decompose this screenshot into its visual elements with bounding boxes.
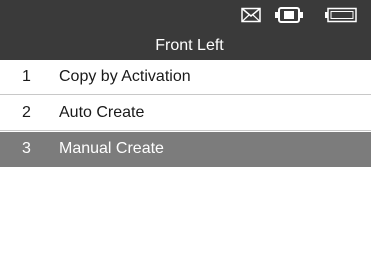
header-bar: Front Left	[0, 0, 371, 60]
menu-item-label: Copy by Activation	[59, 68, 191, 85]
menu-item-label: Manual Create	[59, 140, 164, 157]
menu-item-manual-create[interactable]: 3 Manual Create	[0, 132, 371, 167]
menu-item-copy-by-activation[interactable]: 1 Copy by Activation	[0, 60, 371, 95]
menu-item-auto-create[interactable]: 2 Auto Create	[0, 96, 371, 131]
menu-item-number: 1	[22, 68, 31, 85]
battery-connector-icon	[275, 7, 303, 28]
battery-icon	[325, 7, 357, 28]
menu-item-number: 2	[22, 104, 31, 121]
menu-item-label: Auto Create	[59, 104, 145, 121]
device-screen: Front Left 1 Copy by Activation 2 Auto C…	[0, 0, 371, 280]
page-title: Front Left	[155, 37, 224, 54]
mail-icon	[241, 7, 261, 28]
menu-item-number: 3	[22, 140, 31, 157]
